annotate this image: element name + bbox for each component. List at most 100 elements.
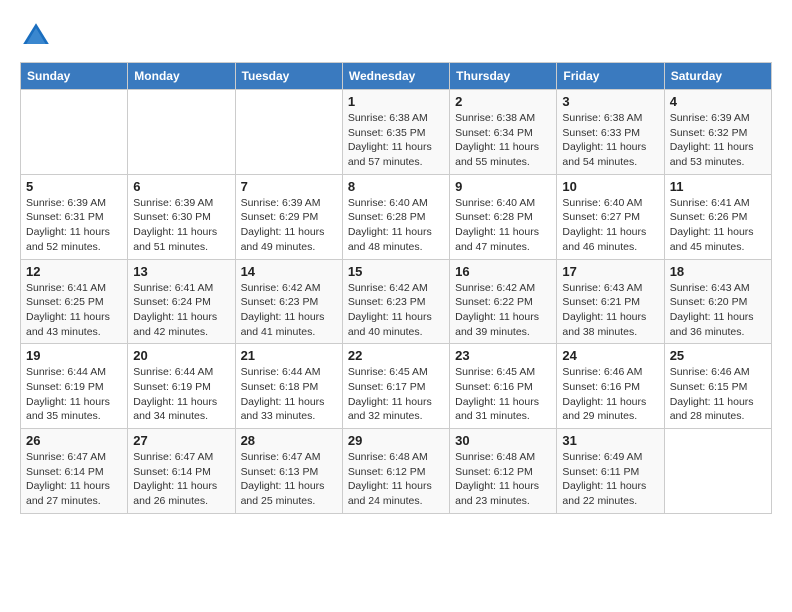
day-number: 31 [562, 433, 658, 448]
day-number: 28 [241, 433, 337, 448]
calendar-cell: 13Sunrise: 6:41 AM Sunset: 6:24 PM Dayli… [128, 259, 235, 344]
day-number: 30 [455, 433, 551, 448]
day-number: 6 [133, 179, 229, 194]
page-header [20, 20, 772, 52]
header-day-wednesday: Wednesday [342, 63, 449, 90]
calendar-cell: 21 Sunrise: 6:44 AM Sunset: 6:18 PM Dayli… [235, 344, 342, 429]
day-info: Sunrise: 6:44 AM Sunset: 6:19 PM Dayligh… [26, 365, 122, 424]
calendar-cell: 9Sunrise: 6:40 AM Sunset: 6:28 PM Daylig… [450, 174, 557, 259]
day-number: 27 [133, 433, 229, 448]
logo [20, 20, 56, 52]
day-info: Sunrise: 6:47 AM Sunset: 6:14 PM Dayligh… [133, 450, 229, 509]
calendar-cell: 5Sunrise: 6:39 AM Sunset: 6:31 PM Daylig… [21, 174, 128, 259]
day-info: Sunrise: 6:48 AM Sunset: 6:12 PM Dayligh… [348, 450, 444, 509]
calendar-cell: 26 Sunrise: 6:47 AM Sunset: 6:14 PM Dayli… [21, 429, 128, 514]
day-number: 7 [241, 179, 337, 194]
calendar-cell: 22 Sunrise: 6:45 AM Sunset: 6:17 PM Dayli… [342, 344, 449, 429]
day-number: 16 [455, 264, 551, 279]
day-number: 20 [133, 348, 229, 363]
day-info: Sunrise: 6:44 AM Sunset: 6:18 PM Dayligh… [241, 365, 337, 424]
day-number: 17 [562, 264, 658, 279]
calendar-cell [664, 429, 771, 514]
week-row-2: 5Sunrise: 6:39 AM Sunset: 6:31 PM Daylig… [21, 174, 772, 259]
calendar-cell [235, 90, 342, 175]
calendar-cell: 1 Sunrise: 6:38 AM Sunset: 6:35 PM Daylig… [342, 90, 449, 175]
day-number: 13 [133, 264, 229, 279]
calendar-cell: 29 Sunrise: 6:48 AM Sunset: 6:12 PM Dayli… [342, 429, 449, 514]
day-number: 2 [455, 94, 551, 109]
week-row-5: 26 Sunrise: 6:47 AM Sunset: 6:14 PM Dayli… [21, 429, 772, 514]
day-info: Sunrise: 6:47 AM Sunset: 6:13 PM Dayligh… [241, 450, 337, 509]
day-info: Sunrise: 6:47 AM Sunset: 6:14 PM Dayligh… [26, 450, 122, 509]
calendar-cell: 31 Sunrise: 6:49 AM Sunset: 6:11 PM Dayli… [557, 429, 664, 514]
calendar-cell: 2 Sunrise: 6:38 AM Sunset: 6:34 PM Daylig… [450, 90, 557, 175]
day-info: Sunrise: 6:39 AM Sunset: 6:30 PM Dayligh… [133, 196, 229, 255]
header-row: SundayMondayTuesdayWednesdayThursdayFrid… [21, 63, 772, 90]
calendar-cell: 23 Sunrise: 6:45 AM Sunset: 6:16 PM Dayli… [450, 344, 557, 429]
week-row-3: 12 Sunrise: 6:41 AM Sunset: 6:25 PM Dayli… [21, 259, 772, 344]
calendar-cell: 10Sunrise: 6:40 AM Sunset: 6:27 PM Dayli… [557, 174, 664, 259]
day-number: 15 [348, 264, 444, 279]
day-number: 1 [348, 94, 444, 109]
day-number: 18 [670, 264, 766, 279]
calendar-cell: 28 Sunrise: 6:47 AM Sunset: 6:13 PM Dayli… [235, 429, 342, 514]
calendar-cell: 3Sunrise: 6:38 AM Sunset: 6:33 PM Daylig… [557, 90, 664, 175]
day-info: Sunrise: 6:38 AM Sunset: 6:34 PM Dayligh… [455, 111, 551, 170]
calendar-cell: 18 Sunrise: 6:43 AM Sunset: 6:20 PM Dayli… [664, 259, 771, 344]
day-info: Sunrise: 6:46 AM Sunset: 6:16 PM Dayligh… [562, 365, 658, 424]
day-number: 26 [26, 433, 122, 448]
day-info: Sunrise: 6:43 AM Sunset: 6:21 PM Dayligh… [562, 281, 658, 340]
day-number: 24 [562, 348, 658, 363]
calendar-table: SundayMondayTuesdayWednesdayThursdayFrid… [20, 62, 772, 514]
day-number: 12 [26, 264, 122, 279]
day-number: 21 [241, 348, 337, 363]
calendar-cell: 11Sunrise: 6:41 AM Sunset: 6:26 PM Dayli… [664, 174, 771, 259]
calendar-cell: 19 Sunrise: 6:44 AM Sunset: 6:19 PM Dayli… [21, 344, 128, 429]
day-number: 19 [26, 348, 122, 363]
day-number: 8 [348, 179, 444, 194]
day-info: Sunrise: 6:41 AM Sunset: 6:25 PM Dayligh… [26, 281, 122, 340]
day-info: Sunrise: 6:42 AM Sunset: 6:22 PM Dayligh… [455, 281, 551, 340]
day-info: Sunrise: 6:40 AM Sunset: 6:27 PM Dayligh… [562, 196, 658, 255]
calendar-cell [21, 90, 128, 175]
header-day-monday: Monday [128, 63, 235, 90]
header-day-tuesday: Tuesday [235, 63, 342, 90]
day-number: 25 [670, 348, 766, 363]
calendar-cell: 20Sunrise: 6:44 AM Sunset: 6:19 PM Dayli… [128, 344, 235, 429]
calendar-cell: 12 Sunrise: 6:41 AM Sunset: 6:25 PM Dayli… [21, 259, 128, 344]
day-info: Sunrise: 6:38 AM Sunset: 6:33 PM Dayligh… [562, 111, 658, 170]
day-info: Sunrise: 6:39 AM Sunset: 6:31 PM Dayligh… [26, 196, 122, 255]
calendar-cell: 4 Sunrise: 6:39 AM Sunset: 6:32 PM Daylig… [664, 90, 771, 175]
day-info: Sunrise: 6:42 AM Sunset: 6:23 PM Dayligh… [348, 281, 444, 340]
day-info: Sunrise: 6:40 AM Sunset: 6:28 PM Dayligh… [348, 196, 444, 255]
day-info: Sunrise: 6:46 AM Sunset: 6:15 PM Dayligh… [670, 365, 766, 424]
calendar-cell: 7 Sunrise: 6:39 AM Sunset: 6:29 PM Daylig… [235, 174, 342, 259]
day-info: Sunrise: 6:38 AM Sunset: 6:35 PM Dayligh… [348, 111, 444, 170]
day-info: Sunrise: 6:39 AM Sunset: 6:32 PM Dayligh… [670, 111, 766, 170]
calendar-cell: 15 Sunrise: 6:42 AM Sunset: 6:23 PM Dayli… [342, 259, 449, 344]
day-info: Sunrise: 6:39 AM Sunset: 6:29 PM Dayligh… [241, 196, 337, 255]
day-info: Sunrise: 6:48 AM Sunset: 6:12 PM Dayligh… [455, 450, 551, 509]
calendar-cell: 14 Sunrise: 6:42 AM Sunset: 6:23 PM Dayli… [235, 259, 342, 344]
day-number: 22 [348, 348, 444, 363]
day-info: Sunrise: 6:45 AM Sunset: 6:16 PM Dayligh… [455, 365, 551, 424]
day-number: 4 [670, 94, 766, 109]
calendar-cell: 8 Sunrise: 6:40 AM Sunset: 6:28 PM Daylig… [342, 174, 449, 259]
calendar-cell: 25 Sunrise: 6:46 AM Sunset: 6:15 PM Dayli… [664, 344, 771, 429]
day-number: 14 [241, 264, 337, 279]
day-info: Sunrise: 6:43 AM Sunset: 6:20 PM Dayligh… [670, 281, 766, 340]
day-info: Sunrise: 6:40 AM Sunset: 6:28 PM Dayligh… [455, 196, 551, 255]
day-info: Sunrise: 6:49 AM Sunset: 6:11 PM Dayligh… [562, 450, 658, 509]
day-number: 29 [348, 433, 444, 448]
day-info: Sunrise: 6:45 AM Sunset: 6:17 PM Dayligh… [348, 365, 444, 424]
calendar-cell [128, 90, 235, 175]
day-number: 23 [455, 348, 551, 363]
week-row-4: 19 Sunrise: 6:44 AM Sunset: 6:19 PM Dayli… [21, 344, 772, 429]
calendar-cell: 16 Sunrise: 6:42 AM Sunset: 6:22 PM Dayli… [450, 259, 557, 344]
week-row-1: 1 Sunrise: 6:38 AM Sunset: 6:35 PM Daylig… [21, 90, 772, 175]
day-number: 11 [670, 179, 766, 194]
day-info: Sunrise: 6:42 AM Sunset: 6:23 PM Dayligh… [241, 281, 337, 340]
calendar-header: SundayMondayTuesdayWednesdayThursdayFrid… [21, 63, 772, 90]
calendar-body: 1 Sunrise: 6:38 AM Sunset: 6:35 PM Daylig… [21, 90, 772, 514]
calendar-cell: 24 Sunrise: 6:46 AM Sunset: 6:16 PM Dayli… [557, 344, 664, 429]
